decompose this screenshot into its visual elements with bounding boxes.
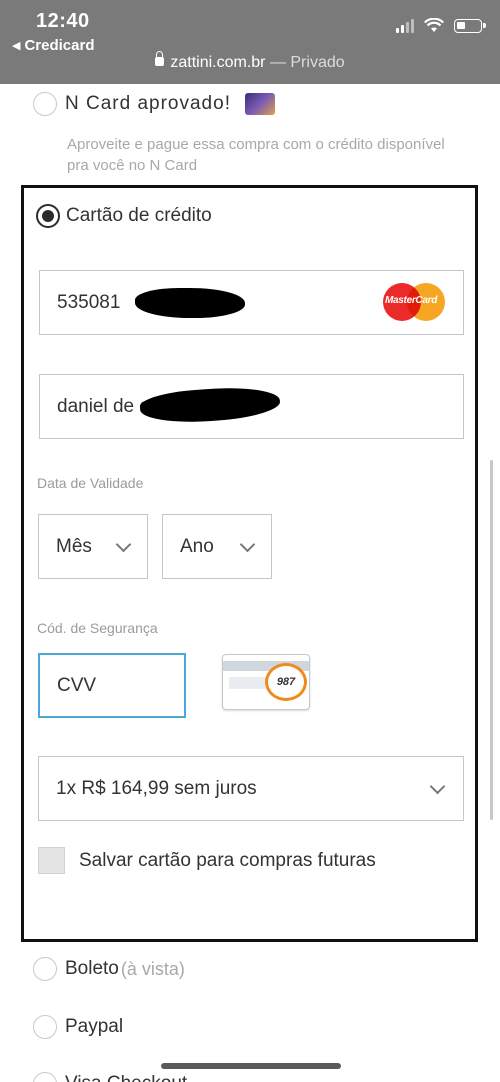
system-icons: [396, 18, 486, 33]
expiry-year-select[interactable]: Ano: [162, 514, 272, 579]
private-mode-label: — Privado: [269, 54, 345, 71]
payment-option-paypal[interactable]: Paypal: [33, 1015, 123, 1039]
back-triangle-icon: ◀: [12, 40, 21, 52]
redaction-mark: [135, 288, 245, 318]
card-holder-name-value: daniel de c: [57, 395, 149, 417]
address-bar[interactable]: zattini.com.br — Privado: [0, 51, 500, 72]
back-to-app-button[interactable]: ◀ Credicard: [12, 37, 95, 54]
save-card-option[interactable]: Salvar cartão para compras futuras: [38, 847, 376, 874]
cvv-example: 987: [265, 663, 307, 701]
security-code-label: Cód. de Segurança: [37, 620, 158, 636]
ncard-description: Aproveite e pague essa compra com o créd…: [67, 136, 445, 174]
scrollbar[interactable]: [490, 460, 493, 820]
card-holder-name-field[interactable]: daniel de c: [39, 374, 464, 439]
back-app-label: Credicard: [24, 37, 95, 54]
boleto-sublabel: (à vista): [120, 958, 185, 979]
status-bar: 12:40 ◀ Credicard zattini.com.br — Priva…: [0, 0, 500, 84]
paypal-label: Paypal: [65, 1016, 124, 1037]
expiry-month-select[interactable]: Mês: [38, 514, 148, 579]
visa-label: Visa Checkout: [65, 1073, 187, 1082]
ncard-label: N Card aprovado!: [65, 93, 231, 114]
lock-icon: [155, 51, 165, 66]
redaction-mark: [139, 384, 281, 426]
cvv-placeholder: CVV: [57, 674, 97, 696]
payment-option-boleto[interactable]: Boleto (à vista): [33, 957, 185, 981]
card-number-value: 535081: [57, 291, 121, 313]
cvv-input[interactable]: CVV: [38, 653, 186, 718]
paypal-radio[interactable]: [33, 1015, 57, 1039]
expiry-month-value: Mês: [56, 535, 92, 557]
payment-option-visa-checkout[interactable]: Visa Checkout: [33, 1072, 187, 1082]
battery-icon: [454, 18, 486, 33]
clock: 12:40: [36, 10, 90, 32]
payment-option-credit-card[interactable]: Cartão de crédito: [36, 204, 212, 228]
installments-select[interactable]: 1x R$ 164,99 sem juros: [38, 756, 464, 821]
card-number-field[interactable]: 535081 MasterCard: [39, 270, 464, 335]
chevron-down-icon: [429, 778, 446, 795]
expiry-label: Data de Validade: [37, 475, 144, 491]
credit-card-radio[interactable]: [36, 204, 60, 228]
url-text: zattini.com.br: [170, 54, 266, 71]
credit-card-section: Cartão de crédito 535081 MasterCard dani…: [21, 185, 478, 942]
ncard-radio[interactable]: [33, 92, 57, 116]
visa-radio[interactable]: [33, 1072, 57, 1082]
save-card-label: Salvar cartão para compras futuras: [79, 849, 376, 871]
cvv-hint-card-icon: 987: [222, 654, 310, 710]
credit-card-label: Cartão de crédito: [66, 205, 212, 226]
ncard-card-icon: [244, 93, 275, 115]
home-indicator[interactable]: [161, 1063, 341, 1069]
chevron-down-icon: [239, 536, 256, 553]
payment-option-ncard[interactable]: N Card aprovado!: [33, 92, 275, 116]
mastercard-logo-text: MasterCard: [385, 295, 438, 306]
boleto-radio[interactable]: [33, 957, 57, 981]
mastercard-logo-icon: MasterCard: [383, 283, 445, 321]
expiry-year-value: Ano: [180, 535, 214, 557]
installments-value: 1x R$ 164,99 sem juros: [56, 777, 257, 799]
boleto-label: Boleto: [65, 958, 119, 979]
cellular-signal-icon: [396, 18, 414, 33]
wifi-icon: [424, 18, 444, 32]
chevron-down-icon: [115, 536, 132, 553]
save-card-checkbox[interactable]: [38, 847, 65, 874]
